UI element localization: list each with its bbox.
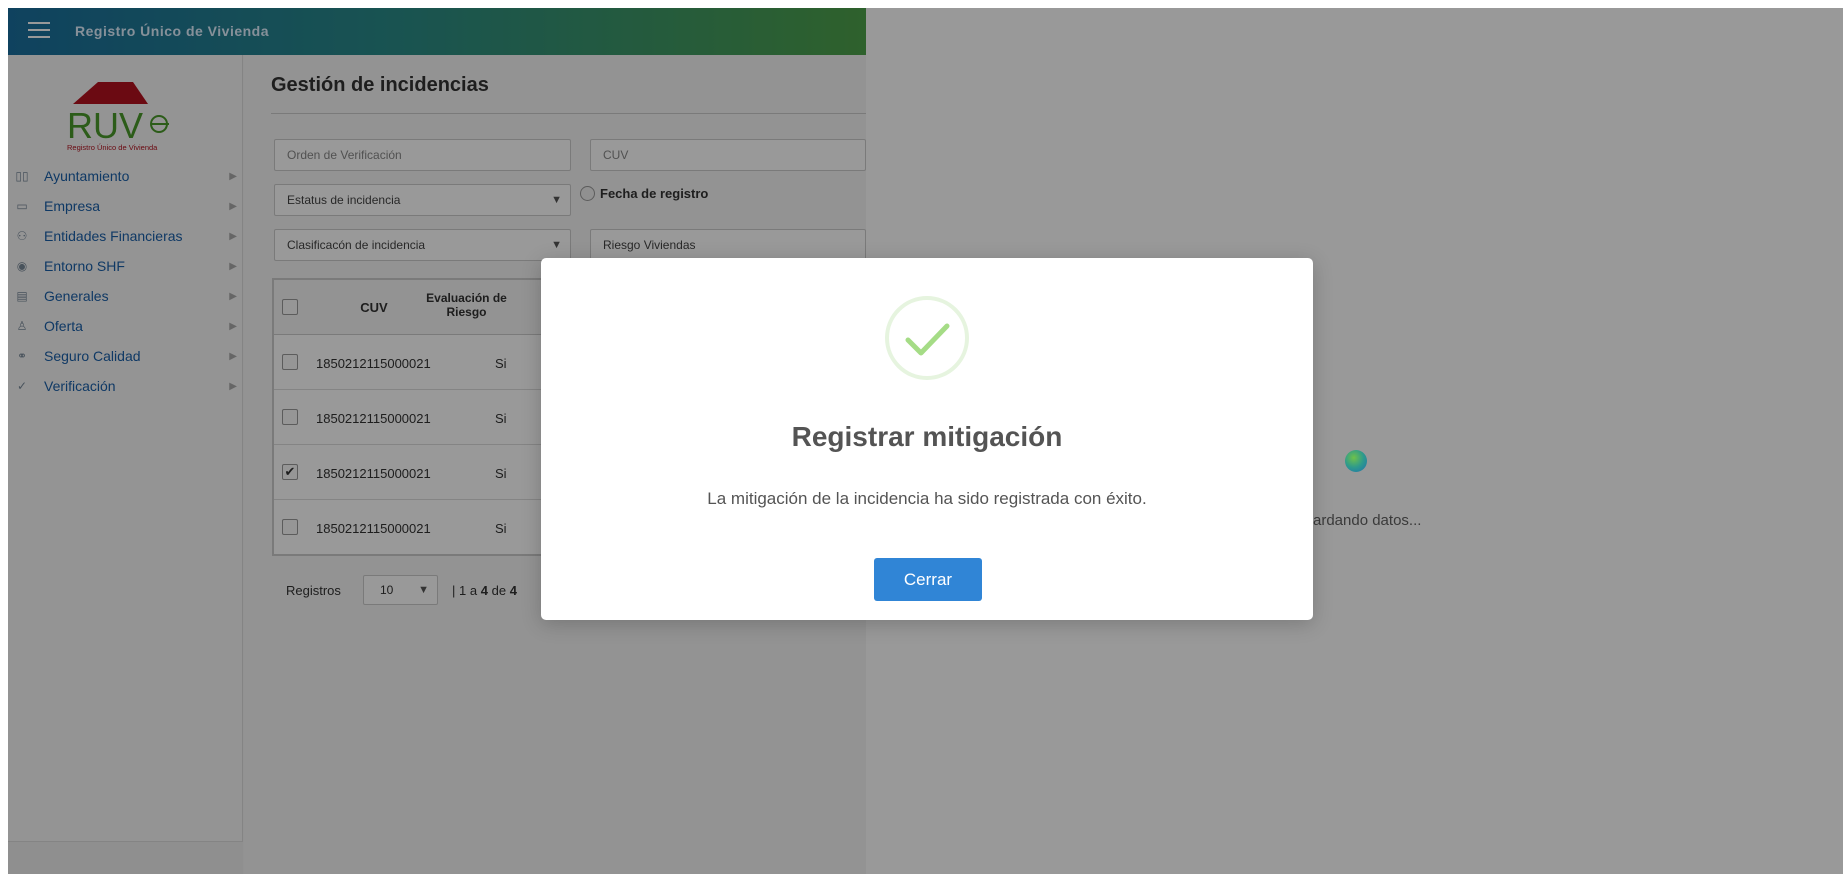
success-dialog: Registrar mitigación La mitigación de la… [541,258,1313,620]
dialog-title: Registrar mitigación [791,421,1063,452]
close-button[interactable]: Cerrar [874,558,982,601]
loading-spinner-icon [1345,450,1367,472]
loading-text: ardando datos... [1313,512,1422,529]
dialog-message: La mitigación de la incidencia ha sido r… [707,489,1147,508]
success-check-icon [885,296,969,380]
